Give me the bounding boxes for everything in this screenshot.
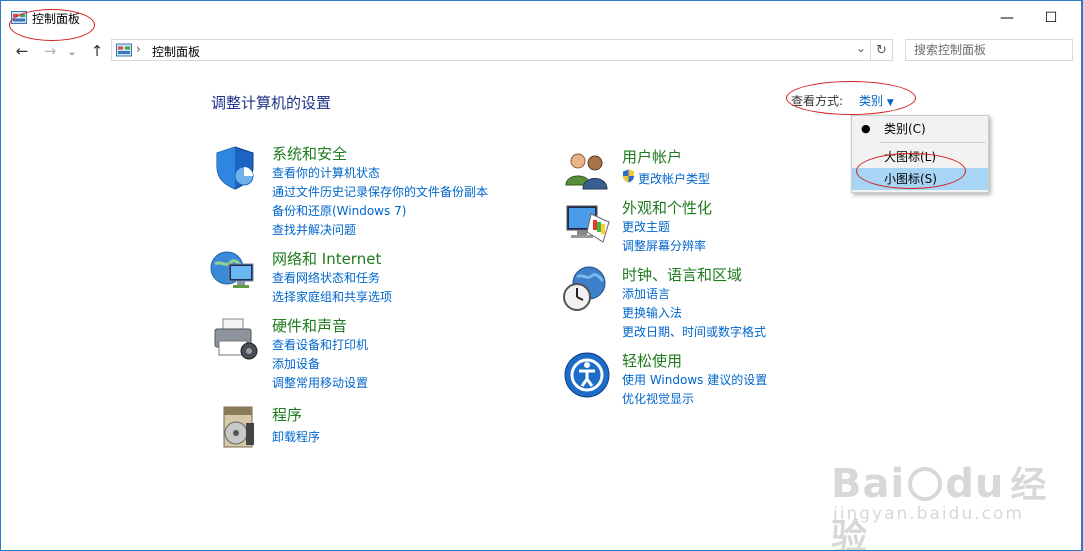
link-optimize-visual-display[interactable]: 优化视觉显示 [622,390,694,407]
link-change-theme[interactable]: 更改主题 [622,218,670,235]
selected-bullet-icon: ● [861,122,871,135]
recent-locations-button[interactable]: ⌄ [64,39,80,63]
category-programs[interactable]: 程序 [272,404,302,425]
link-troubleshoot[interactable]: 查找并解决问题 [272,221,356,238]
maximize-button[interactable]: ☐ [1028,1,1074,35]
breadcrumb-item[interactable]: 控制面板 [152,43,200,60]
watermark-url: jingyan.baidu.com [833,504,1024,524]
network-globe-icon [210,251,254,288]
link-backup-restore[interactable]: 备份和还原(Windows 7) [272,202,406,219]
annotation-circle [9,9,95,41]
link-mobility-settings[interactable]: 调整常用移动设置 [272,374,368,391]
breadcrumb-separator-icon: › [136,42,141,56]
category-ease-of-access[interactable]: 轻松使用 [622,350,682,371]
maximize-icon: ☐ [1044,10,1058,26]
clock-globe-icon [563,266,606,311]
link-date-time-format[interactable]: 更改日期、时间或数字格式 [622,323,766,340]
category-user-accounts[interactable]: 用户帐户 [622,146,682,167]
link-screen-resolution[interactable]: 调整屏幕分辨率 [622,237,706,254]
page-title: 调整计算机的设置 [211,94,332,112]
link-uninstall-program[interactable]: 卸载程序 [272,428,320,445]
category-network-internet[interactable]: 网络和 Internet [272,248,381,269]
users-icon [565,153,608,190]
annotation-circle [786,81,916,115]
link-change-input-method[interactable]: 更换输入法 [622,304,682,321]
up-button[interactable]: ↑ [86,39,108,63]
control-panel-icon [116,43,132,57]
paw-icon [908,467,943,501]
link-windows-recommended-settings[interactable]: 使用 Windows 建议的设置 [622,371,767,388]
category-hardware-sound[interactable]: 硬件和声音 [272,315,347,336]
menu-item-category[interactable]: ● 类别(C) [852,118,988,140]
menu-divider [880,142,986,143]
category-system-security[interactable]: 系统和安全 [272,143,347,164]
programs-icon [223,406,254,448]
printer-icon [214,318,258,360]
chevron-down-icon: ⌄ [67,44,77,58]
link-add-device[interactable]: 添加设备 [272,355,320,372]
link-devices-printers[interactable]: 查看设备和打印机 [272,336,368,353]
link-homegroup[interactable]: 选择家庭组和共享选项 [272,288,392,305]
address-dropdown-icon[interactable]: ⌄ [856,41,866,55]
link-add-language[interactable]: 添加语言 [622,285,670,302]
minimize-button[interactable]: — [984,1,1030,35]
forward-button[interactable]: → [39,39,61,63]
shield-icon [216,146,254,190]
back-button[interactable]: ← [11,39,33,63]
search-input[interactable]: 搜索控制面板 [905,39,1073,61]
link-file-history[interactable]: 通过文件历史记录保存你的文件备份副本 [272,183,488,200]
category-appearance[interactable]: 外观和个性化 [622,197,712,218]
arrow-left-icon: ← [15,42,29,60]
address-bar[interactable]: › 控制面板 ⌄ [111,39,871,61]
uac-shield-icon [623,169,634,183]
minimize-icon: — [1000,10,1014,26]
link-change-account-type[interactable]: 更改帐户类型 [638,170,710,187]
navigation-bar: ← → ⌄ ↑ › 控制面板 ⌄ ↻ 搜索控制面板 [1,39,1081,63]
appearance-icon [566,205,610,243]
title-bar: 控制面板 — ☐ [1,1,1081,35]
arrow-right-icon: → [43,42,57,60]
link-network-status[interactable]: 查看网络状态和任务 [272,269,380,286]
arrow-up-icon: ↑ [90,42,104,60]
control-panel-window: 控制面板 — ☐ ← → ⌄ ↑ › 控制面板 ⌄ ↻ 搜索控制面板 调整计算机… [0,0,1083,551]
refresh-button[interactable]: ↻ [871,39,893,61]
ease-of-access-icon [564,352,610,398]
category-clock-language-region[interactable]: 时钟、语言和区域 [622,264,742,285]
annotation-circle [856,153,966,189]
refresh-icon: ↻ [876,42,887,58]
link-view-computer-status[interactable]: 查看你的计算机状态 [272,164,380,181]
